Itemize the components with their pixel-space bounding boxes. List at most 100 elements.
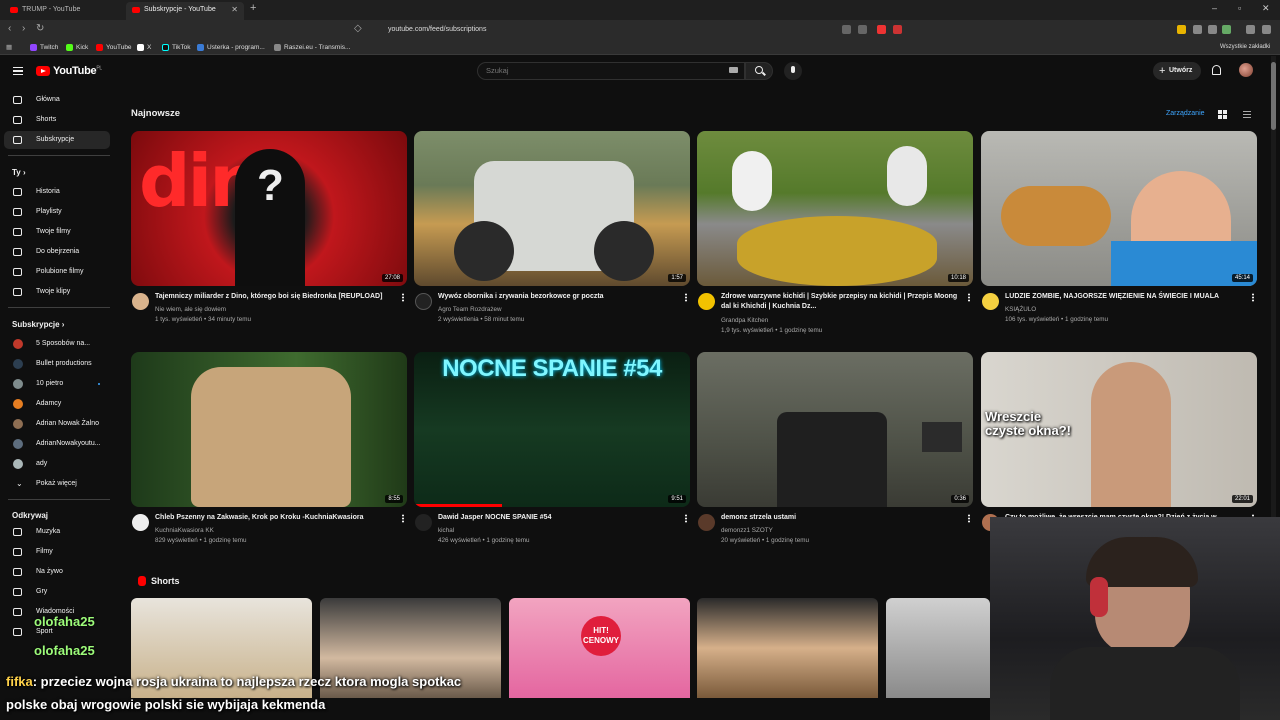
all-bookmarks[interactable]: Wszystkie zakładki: [1220, 42, 1270, 53]
sidebar-you-header[interactable]: Ty ›: [12, 168, 26, 177]
channel-name[interactable]: kichal: [438, 527, 454, 534]
extension-icon[interactable]: [1222, 25, 1231, 34]
voice-search-button[interactable]: [784, 62, 802, 80]
video-thumbnail[interactable]: 10:18: [697, 131, 973, 286]
more-options-icon[interactable]: [685, 293, 687, 302]
search-button[interactable]: [745, 62, 773, 80]
manage-link[interactable]: Zarządzanie: [1166, 110, 1205, 117]
keyboard-icon[interactable]: [729, 67, 738, 73]
extension-icon[interactable]: [1208, 25, 1217, 34]
sidebar-sub-item[interactable]: Adamcy: [4, 395, 110, 413]
sidebar-item-shorts[interactable]: Shorts: [4, 111, 110, 129]
video-thumbnail[interactable]: NOCNE SPANIE #54 9:51: [414, 352, 690, 507]
sidebar-item-your-videos[interactable]: Twoje filmy: [4, 223, 110, 241]
short-card[interactable]: [697, 598, 878, 698]
channel-avatar[interactable]: [698, 514, 715, 531]
close-tab-icon[interactable]: ✕: [231, 2, 238, 18]
menu-dots-icon[interactable]: [1262, 25, 1271, 34]
more-options-icon[interactable]: [968, 293, 970, 302]
video-title[interactable]: LUDZIE ZOMBIE, NAJGORSZE WIĘZIENIE NA ŚW…: [1005, 292, 1247, 302]
sidebar-item-liked[interactable]: Polubione filmy: [4, 263, 110, 281]
close-window-icon[interactable]: ✕: [1262, 3, 1270, 14]
share-icon[interactable]: [858, 25, 867, 34]
sidebar-item-live[interactable]: Na żywo: [4, 563, 110, 581]
more-options-icon[interactable]: [968, 514, 970, 523]
video-thumbnail[interactable]: dino ? 27:08: [131, 131, 407, 286]
extension-icon[interactable]: [1177, 25, 1186, 34]
channel-name[interactable]: KuchniaKwasiora KK: [155, 527, 214, 534]
extension-icon[interactable]: [877, 25, 886, 34]
video-title[interactable]: Tajemniczy miliarder z Dino, którego boi…: [155, 292, 397, 302]
sidebar-sub-item[interactable]: Adrian Nowak Żalno: [4, 415, 110, 433]
sidebar-item-subscriptions[interactable]: Subskrypcje: [4, 131, 110, 149]
notifications-bell-icon[interactable]: [1212, 65, 1221, 75]
profile-icon[interactable]: [1246, 25, 1255, 34]
video-thumbnail[interactable]: 45:14: [981, 131, 1257, 286]
reload-icon[interactable]: ↻: [36, 23, 44, 34]
hamburger-menu-icon[interactable]: [13, 67, 23, 75]
tab-trump[interactable]: TRUMP - YouTube: [4, 2, 124, 20]
sidebar-sub-item[interactable]: Bullet productions: [4, 355, 110, 373]
bookmark-twitch[interactable]: Twitch: [30, 42, 58, 53]
video-card[interactable]: 10:18 Zdrowe warzywne kichidi | Szybkie …: [697, 131, 973, 334]
bookmark-kick[interactable]: Kick: [66, 42, 88, 53]
more-options-icon[interactable]: [1252, 293, 1254, 302]
channel-name[interactable]: KSIĄŻULO: [1005, 306, 1036, 313]
channel-avatar[interactable]: [982, 293, 999, 310]
video-thumbnail[interactable]: 1:57: [414, 131, 690, 286]
sidebar-item-playlists[interactable]: Playlisty: [4, 203, 110, 221]
new-tab-button[interactable]: +: [250, 2, 256, 14]
bookmark-x[interactable]: X: [137, 42, 151, 53]
more-options-icon[interactable]: [402, 514, 404, 523]
channel-avatar[interactable]: [132, 514, 149, 531]
video-title[interactable]: Chleb Pszenny na Zakwasie, Krok po Kroku…: [155, 513, 397, 523]
sidebar-sub-item[interactable]: AdrianNowakyoutu...: [4, 435, 110, 453]
sidebar-item-movies[interactable]: Filmy: [4, 543, 110, 561]
forward-icon[interactable]: ›: [22, 23, 25, 34]
channel-name[interactable]: Nie wiem, ale się dowiem: [155, 306, 226, 313]
video-thumbnail[interactable]: 8:55: [131, 352, 407, 507]
channel-avatar[interactable]: [698, 293, 715, 310]
channel-avatar[interactable]: [132, 293, 149, 310]
short-card[interactable]: [886, 598, 990, 698]
video-card[interactable]: 45:14 LUDZIE ZOMBIE, NAJGORSZE WIĘZIENIE…: [981, 131, 1257, 331]
page-scrollbar[interactable]: [1271, 62, 1276, 130]
video-title[interactable]: Wywóz obornika i zrywania bezorkowce gr …: [438, 292, 680, 302]
bookmark-tiktok[interactable]: TikTok: [162, 42, 191, 53]
video-title[interactable]: demonz strzela ustami: [721, 513, 963, 523]
back-icon[interactable]: ‹: [8, 23, 11, 34]
channel-name[interactable]: demonzz1 SZOTY: [721, 527, 773, 534]
grid-view-icon[interactable]: [1218, 110, 1227, 119]
sidebar-sub-item[interactable]: 10 pietro: [4, 375, 110, 393]
video-card[interactable]: dino ? 27:08 Tajemniczy miliarder z Dino…: [131, 131, 407, 331]
avatar[interactable]: [1239, 63, 1253, 77]
url-input[interactable]: youtube.com/feed/subscriptions: [370, 23, 910, 37]
apps-grid-icon[interactable]: ▦: [6, 42, 12, 53]
sidebar-item-history[interactable]: Historia: [4, 183, 110, 201]
bookmark-usterka[interactable]: Usterka - program...: [197, 42, 265, 53]
video-card[interactable]: 8:55 Chleb Pszenny na Zakwasie, Krok po …: [131, 352, 407, 552]
search-input[interactable]: Szukaj: [477, 62, 745, 80]
more-options-icon[interactable]: [402, 293, 404, 302]
sidebar-item-clips[interactable]: Twoje klipy: [4, 283, 110, 301]
video-thumbnail[interactable]: Wreszcie czyste okna?! 22:01: [981, 352, 1257, 507]
short-card[interactable]: HIT! CENOWY: [509, 598, 690, 698]
sidebar-sub-item[interactable]: ady: [4, 455, 110, 473]
extension-icon[interactable]: [1193, 25, 1202, 34]
sidebar-item-watch-later[interactable]: Do obejrzenia: [4, 243, 110, 261]
more-options-icon[interactable]: [685, 514, 687, 523]
sidebar-item-home[interactable]: Główna: [4, 91, 110, 109]
channel-avatar[interactable]: [415, 293, 432, 310]
create-button[interactable]: + Utwórz: [1153, 62, 1201, 80]
video-card[interactable]: NOCNE SPANIE #54 9:51 Dawid Jasper NOCNE…: [414, 352, 690, 552]
tab-subscriptions[interactable]: Subskrypcje - YouTube ✕: [126, 2, 244, 20]
extension-icon[interactable]: [893, 25, 902, 34]
video-title[interactable]: Dawid Jasper NOCNE SPANIE #54: [438, 513, 680, 523]
bookmark-raszei[interactable]: Raszei.eu - Transmis...: [274, 42, 350, 53]
video-card[interactable]: 1:57 Wywóz obornika i zrywania bezorkowc…: [414, 131, 690, 331]
maximize-icon[interactable]: ▫: [1238, 3, 1241, 13]
list-view-icon[interactable]: [1243, 111, 1251, 118]
channel-name[interactable]: Agro Team Rozdrażew: [438, 306, 502, 313]
youtube-logo[interactable]: YouTubePL: [36, 65, 102, 77]
bookmark-youtube[interactable]: YouTube: [96, 42, 132, 53]
